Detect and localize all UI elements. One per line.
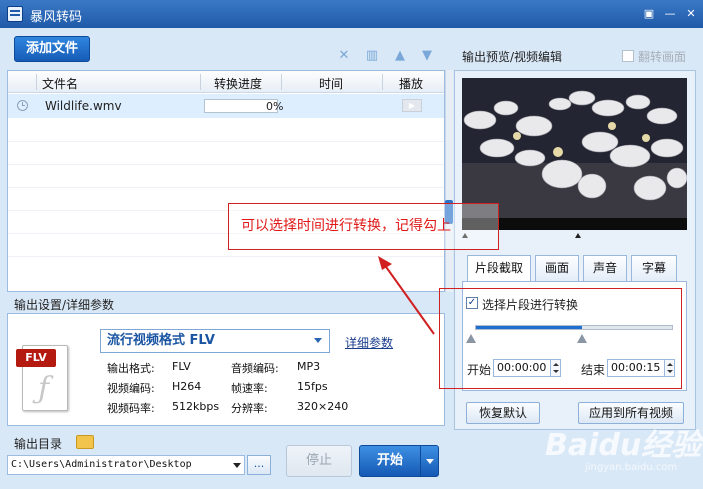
output-dir-label: 输出目录 (14, 437, 63, 451)
tab-picture[interactable]: 画面 (535, 255, 579, 281)
flip-label: 翻转画面 (638, 50, 687, 64)
column-divider (36, 74, 37, 90)
app-icon (7, 6, 23, 22)
field-label: 视频码率: (107, 402, 155, 415)
watermark-url: jingyan.baidu.com (585, 462, 678, 473)
annotation-arrow (378, 256, 435, 335)
field-value: MP3 (297, 360, 321, 373)
clock-icon (17, 100, 28, 111)
output-settings-label: 输出设置/详细参数 (14, 298, 115, 312)
start-button[interactable]: 开始 (359, 445, 421, 477)
file-name: Wildlife.wmv (45, 99, 122, 113)
preview-title: 输出预览/视频编辑 (462, 50, 563, 64)
field-value: H264 (172, 380, 202, 393)
column-divider (200, 74, 201, 90)
remove-icon[interactable]: ✕ (337, 49, 351, 63)
field-value: FLV (172, 360, 191, 373)
play-icon[interactable]: ▶ (402, 99, 422, 112)
column-header-time[interactable]: 时间 (319, 75, 343, 92)
column-divider (382, 74, 383, 90)
progress-text: 0% (266, 100, 284, 113)
watermark-logo: Baidu经验 (545, 428, 702, 463)
chevron-down-icon[interactable] (233, 463, 241, 468)
menu-icon[interactable]: ▣ (641, 6, 657, 21)
timeline-position-marker[interactable] (575, 233, 581, 238)
tab-clip[interactable]: 片段截取 (467, 255, 531, 282)
field-label: 输出格式: (107, 362, 155, 375)
trash-icon[interactable]: ▥ (365, 49, 379, 63)
title-bar (0, 0, 703, 28)
file-list-header: 文件名 转换进度 时间 播放 (8, 71, 444, 93)
field-value: 512kbps (172, 400, 220, 413)
output-dir-input[interactable]: C:\Users\Administrator\Desktop (7, 455, 245, 475)
move-down-icon[interactable]: ▼ (420, 49, 434, 63)
stop-button[interactable]: 停止 (286, 445, 352, 477)
minimize-icon[interactable]: — (662, 6, 678, 21)
annotation-highlight-frame (439, 288, 682, 389)
reset-default-button[interactable]: 恢复默认 (466, 402, 540, 424)
table-row[interactable]: Wildlife.wmv 0% ▶ (8, 94, 444, 118)
column-header-filename[interactable]: 文件名 (42, 75, 78, 92)
browse-button[interactable]: ... (247, 455, 271, 475)
list-scrollbar[interactable] (445, 70, 453, 292)
tab-subtitle[interactable]: 字幕 (631, 255, 677, 281)
column-header-progress[interactable]: 转换进度 (214, 75, 262, 92)
close-icon[interactable]: ✕ (683, 6, 699, 21)
row-divider (8, 141, 444, 142)
flip-checkbox[interactable] (622, 50, 634, 62)
field-label: 分辨率: (231, 402, 268, 415)
row-divider (8, 164, 444, 165)
move-up-icon[interactable]: ▲ (393, 49, 407, 63)
field-label: 音频编码: (231, 362, 279, 375)
video-frame (462, 78, 687, 218)
field-label: 视频编码: (107, 382, 155, 395)
add-file-button[interactable]: 添加文件 (14, 36, 90, 62)
column-header-play[interactable]: 播放 (399, 75, 423, 92)
tab-audio[interactable]: 声音 (583, 255, 627, 281)
column-divider (281, 74, 282, 90)
chevron-down-icon[interactable] (314, 338, 322, 343)
format-select[interactable]: 流行视频格式 FLV (100, 329, 330, 353)
video-preview (462, 78, 687, 218)
flash-logo-icon: ƒ (38, 371, 50, 406)
field-value: 320×240 (297, 400, 349, 413)
folder-icon[interactable] (76, 435, 94, 449)
flv-tag: FLV (16, 349, 56, 367)
row-divider (8, 187, 444, 188)
start-dropdown-button[interactable] (420, 445, 439, 477)
field-label: 帧速率: (231, 382, 268, 395)
field-value: 15fps (297, 380, 328, 393)
annotation-note: 可以选择时间进行转换，记得勾上 (228, 203, 499, 250)
window-title: 暴风转码 (30, 10, 83, 25)
